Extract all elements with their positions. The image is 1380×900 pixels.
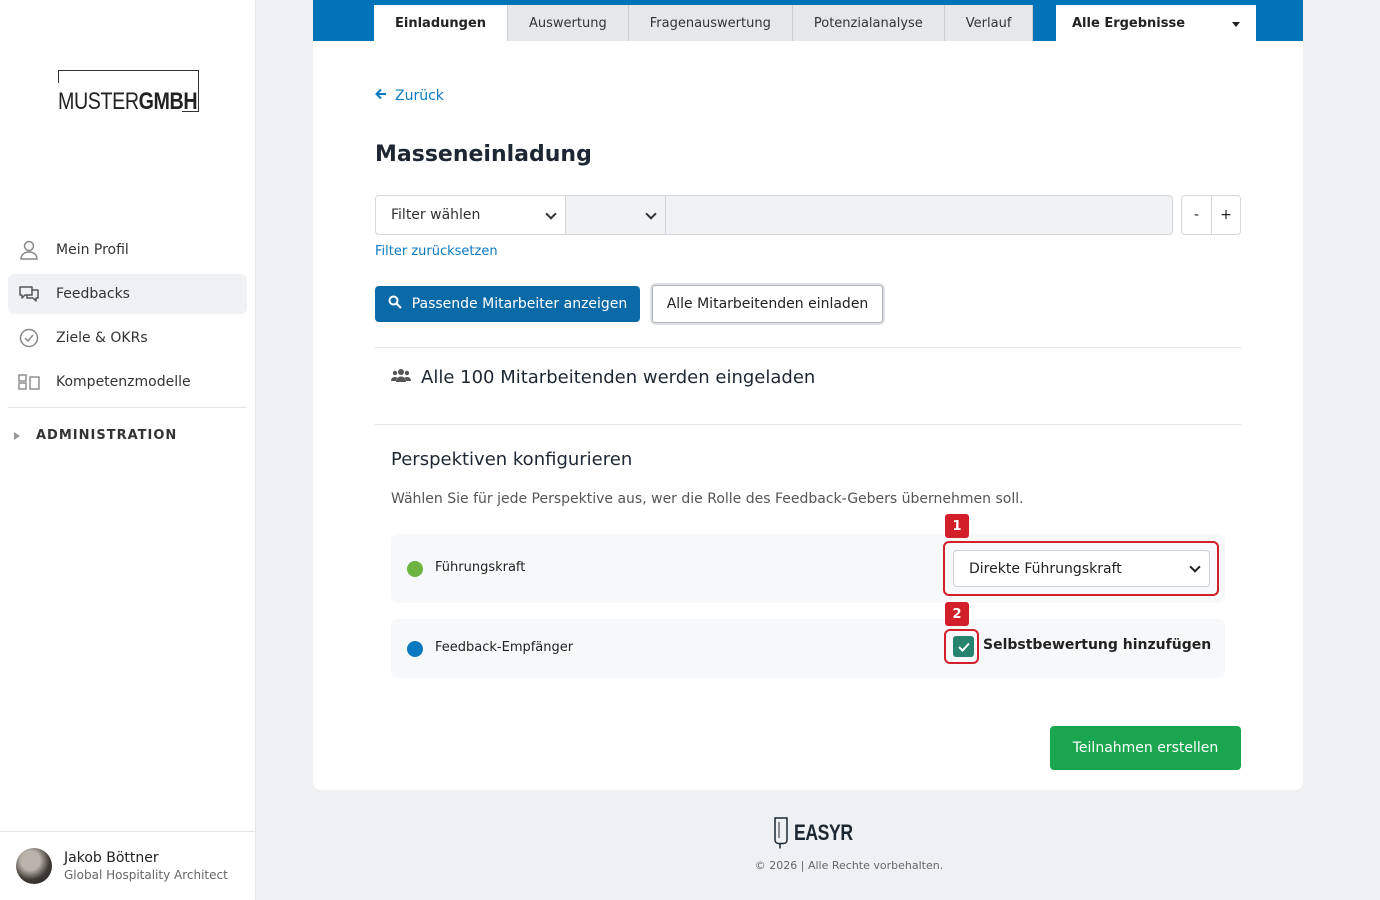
perspective-label: Feedback-Empfänger	[435, 640, 574, 655]
sidebar-item-feedbacks[interactable]: Feedbacks	[8, 274, 247, 314]
copyright-text: © 2026 | Alle Rechte vorbehalten.	[754, 859, 944, 872]
self-assessment-label[interactable]: Selbstbewertung hinzufügen	[983, 637, 1211, 653]
remove-filter-button[interactable]: -	[1182, 196, 1211, 234]
admin-label: ADMINISTRATION	[36, 428, 178, 443]
perspective-color-dot	[407, 561, 423, 577]
chat-icon	[18, 283, 40, 305]
callout-highlight-1	[943, 541, 1219, 596]
copyright: © 2026 | Alle Rechte vorbehalten.	[0, 859, 1380, 872]
reset-filter-link[interactable]: Filter zurücksetzen	[375, 244, 498, 259]
perspective-color-dot	[407, 641, 423, 657]
filter-row: Filter wählen	[375, 195, 1173, 235]
invite-all-button[interactable]: Alle Mitarbeitenden einladen	[650, 283, 885, 325]
sidebar-divider	[8, 407, 247, 408]
filter-select[interactable]: Filter wählen	[375, 195, 566, 235]
callout-highlight-2	[944, 629, 979, 664]
sidebar-item-label: Kompetenzmodelle	[56, 374, 191, 390]
results-select-value: Alle Ergebnisse	[1072, 15, 1186, 31]
footer-logo: EASYR	[772, 816, 867, 850]
sidebar: MUSTERGMBH Mein Profil Feedbacks Ziele &…	[0, 0, 256, 900]
invite-all-label: Alle Mitarbeitenden einladen	[652, 285, 883, 323]
search-icon	[388, 295, 402, 313]
filter-add-remove: - +	[1181, 195, 1241, 235]
sidebar-item-label: Feedbacks	[56, 286, 130, 302]
filter-select-value: Filter wählen	[391, 207, 481, 223]
perspective-label: Führungskraft	[435, 560, 526, 575]
invite-info: Alle 100 Mitarbeitenden werden eingelade…	[391, 367, 815, 388]
user-icon	[18, 239, 40, 261]
tab-auswertung[interactable]: Auswertung	[508, 5, 629, 41]
back-link[interactable]: Zurück	[375, 88, 444, 104]
invite-info-text: Alle 100 Mitarbeitenden werden eingelade…	[421, 367, 816, 388]
sidebar-item-administration[interactable]: ADMINISTRATION	[14, 428, 177, 443]
users-icon	[391, 367, 411, 388]
filter-value-select[interactable]	[566, 195, 666, 235]
back-label: Zurück	[395, 88, 444, 104]
tab-bar: Einladungen Auswertung Fragenauswertung …	[374, 5, 1034, 41]
check-circle-icon	[18, 327, 40, 349]
chevron-down-icon	[545, 208, 557, 220]
caret-right-icon	[14, 431, 20, 440]
create-participations-button[interactable]: Teilnahmen erstellen	[1050, 726, 1241, 770]
tab-einladungen[interactable]: Einladungen	[374, 5, 509, 41]
callout-badge-1: 1	[945, 514, 969, 538]
sidebar-item-label: Ziele & OKRs	[56, 330, 148, 346]
show-matching-button[interactable]: Passende Mitarbeiter anzeigen	[375, 286, 640, 322]
show-matching-label: Passende Mitarbeiter anzeigen	[411, 296, 628, 312]
sidebar-item-ziele-okrs[interactable]: Ziele & OKRs	[8, 318, 247, 358]
sidebar-item-label: Mein Profil	[56, 242, 129, 258]
company-logo: MUSTERGMBH	[58, 70, 199, 114]
perspectives-title: Perspektiven konfigurieren	[391, 449, 633, 470]
caret-down-icon	[1232, 22, 1240, 27]
chevron-down-icon	[645, 208, 657, 220]
divider	[375, 347, 1241, 348]
tab-fragenauswertung[interactable]: Fragenauswertung	[628, 5, 793, 41]
sidebar-item-mein-profil[interactable]: Mein Profil	[8, 230, 247, 270]
filter-text-input[interactable]	[666, 195, 1173, 235]
callout-badge-2: 2	[945, 602, 969, 626]
sidebar-item-kompetenzmodelle[interactable]: Kompetenzmodelle	[8, 362, 247, 402]
divider	[375, 424, 1241, 425]
arrow-left-icon	[375, 88, 387, 104]
model-icon	[18, 371, 40, 393]
tab-verlauf[interactable]: Verlauf	[944, 5, 1034, 41]
page-title: Masseneinladung	[375, 142, 592, 167]
add-filter-button[interactable]: +	[1211, 196, 1240, 234]
sidebar-nav: Mein Profil Feedbacks Ziele & OKRs Kompe…	[8, 230, 247, 406]
perspectives-description: Wählen Sie für jede Perspektive aus, wer…	[391, 491, 1024, 507]
tab-potenzialanalyse[interactable]: Potenzialanalyse	[792, 5, 945, 41]
footer-logo-text: EASYR	[794, 820, 853, 845]
results-select[interactable]: Alle Ergebnisse	[1056, 5, 1256, 41]
easyr-logo-icon	[774, 817, 788, 849]
